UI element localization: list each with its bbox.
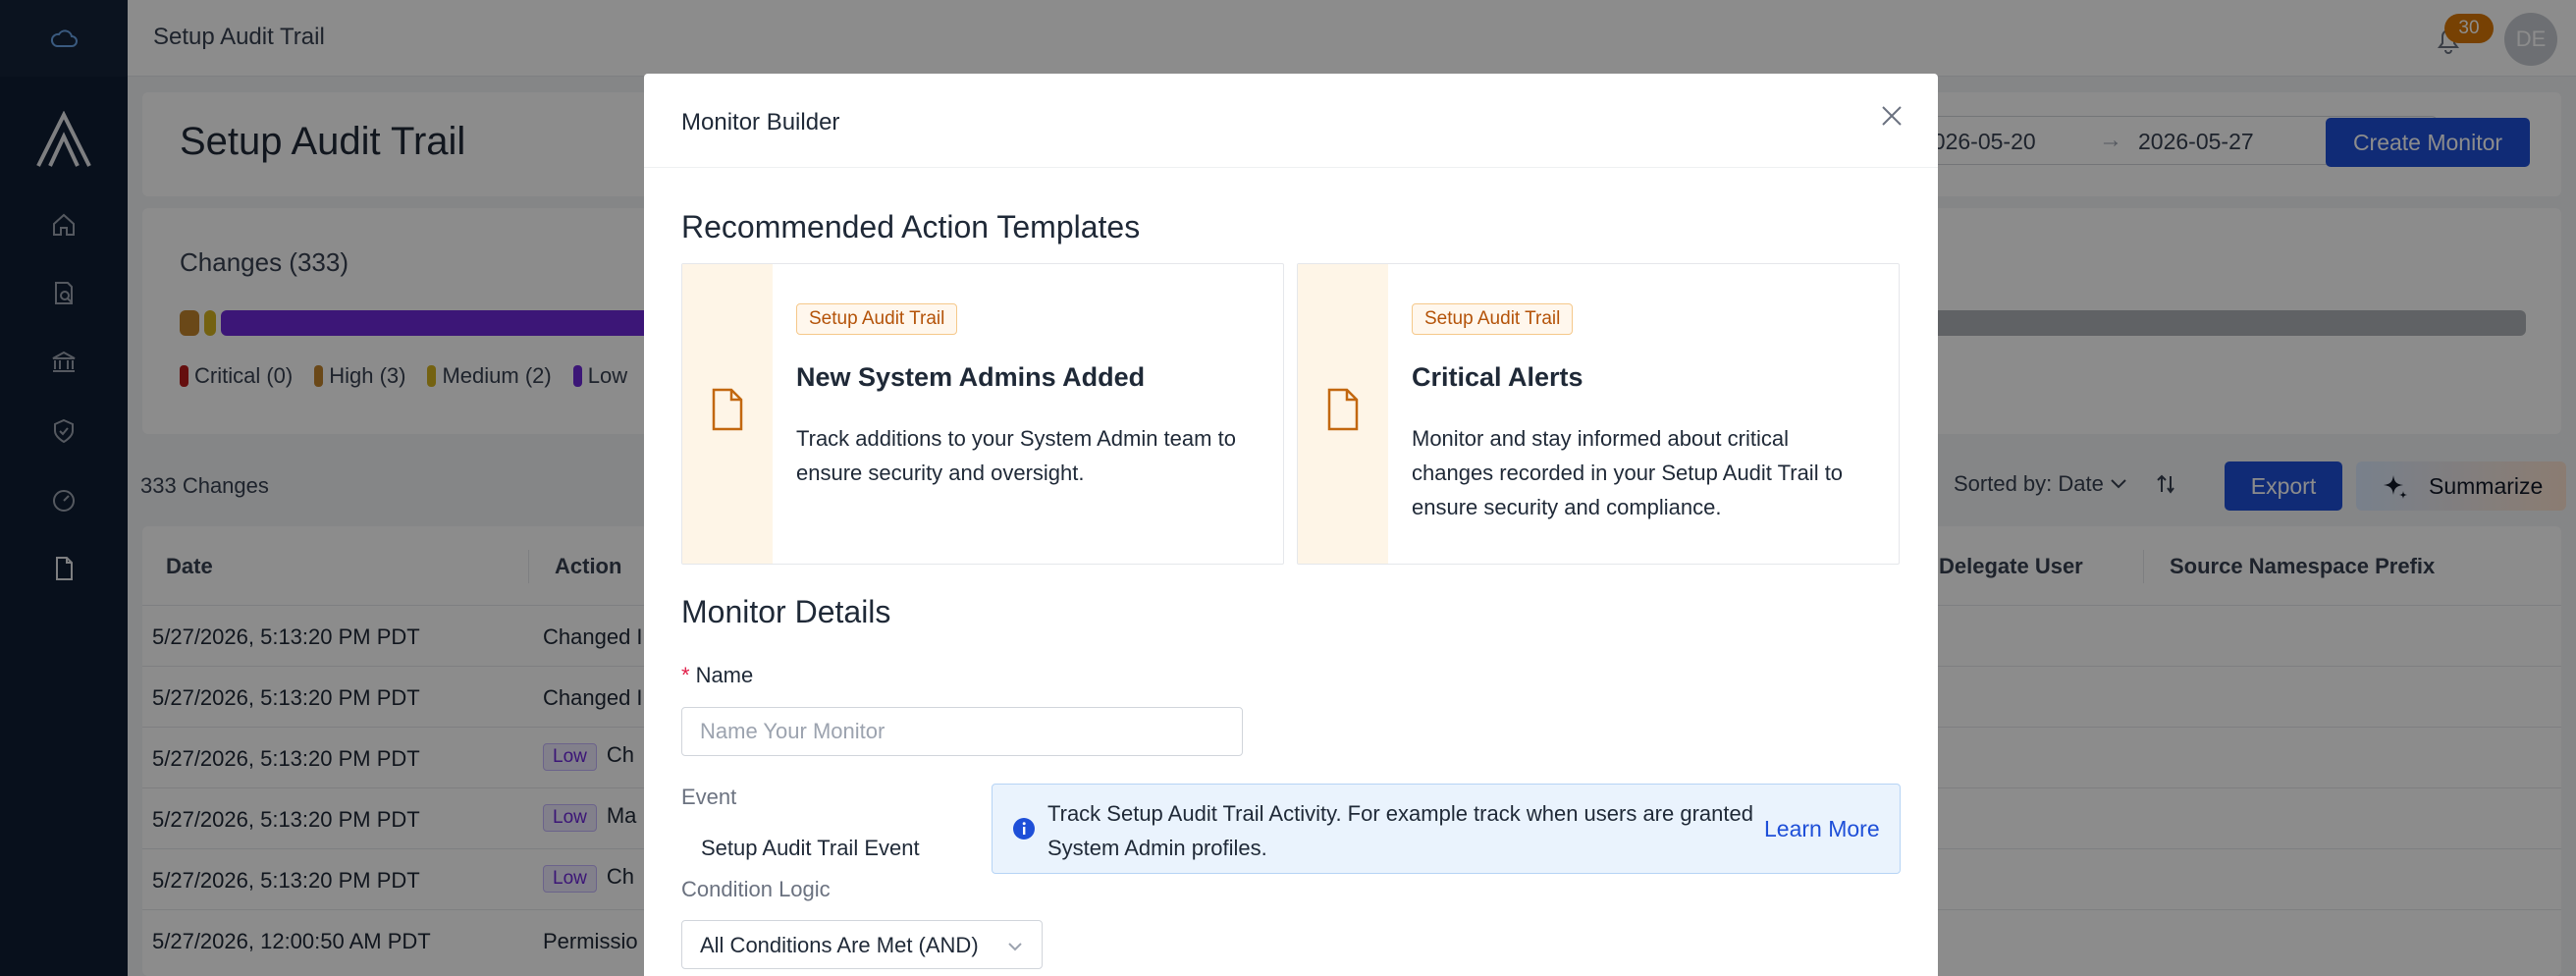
template-description: Track additions to your System Admin tea… (796, 426, 1236, 485)
template-title: Critical Alerts (1412, 362, 1583, 392)
event-value[interactable]: Setup Audit Trail Event (701, 836, 920, 861)
event-label: Event (681, 785, 737, 809)
info-text: Track Setup Audit Trail Activity. For ex… (1047, 801, 1753, 860)
name-label: * Name (681, 663, 753, 688)
template-tag: Setup Audit Trail (1412, 303, 1574, 335)
close-icon[interactable] (1877, 101, 1906, 131)
info-icon (1013, 818, 1035, 840)
template-icon-strip (1298, 264, 1388, 564)
condition-logic-value: All Conditions Are Met (AND) (700, 933, 979, 957)
modal-header: Monitor Builder (644, 74, 1938, 168)
template-title: New System Admins Added (796, 362, 1146, 392)
monitor-name-input[interactable] (681, 707, 1243, 756)
template-card-new-system-admins[interactable]: Setup Audit Trail New System Admins Adde… (681, 263, 1284, 565)
template-icon-strip (682, 264, 773, 564)
chevron-down-icon (1008, 943, 1022, 951)
template-tag: Setup Audit Trail (796, 303, 958, 335)
document-icon (712, 388, 743, 431)
templates-heading: Recommended Action Templates (681, 209, 1141, 244)
condition-logic-label: Condition Logic (681, 877, 831, 901)
document-icon (1327, 388, 1359, 431)
details-heading: Monitor Details (681, 594, 891, 629)
required-mark: * (681, 663, 690, 687)
name-label-text: Name (695, 663, 754, 687)
template-card-critical-alerts[interactable]: Setup Audit Trail Critical Alerts Monito… (1297, 263, 1900, 565)
learn-more-link[interactable]: Learn More (1764, 816, 1880, 842)
monitor-builder-modal: Monitor Builder Recommended Action Templ… (644, 74, 1938, 976)
info-banner: Track Setup Audit Trail Activity. For ex… (992, 784, 1901, 874)
template-description: Monitor and stay informed about critical… (1412, 426, 1844, 519)
condition-logic-select[interactable]: All Conditions Are Met (AND) (681, 920, 1043, 969)
modal-title: Monitor Builder (681, 109, 840, 136)
